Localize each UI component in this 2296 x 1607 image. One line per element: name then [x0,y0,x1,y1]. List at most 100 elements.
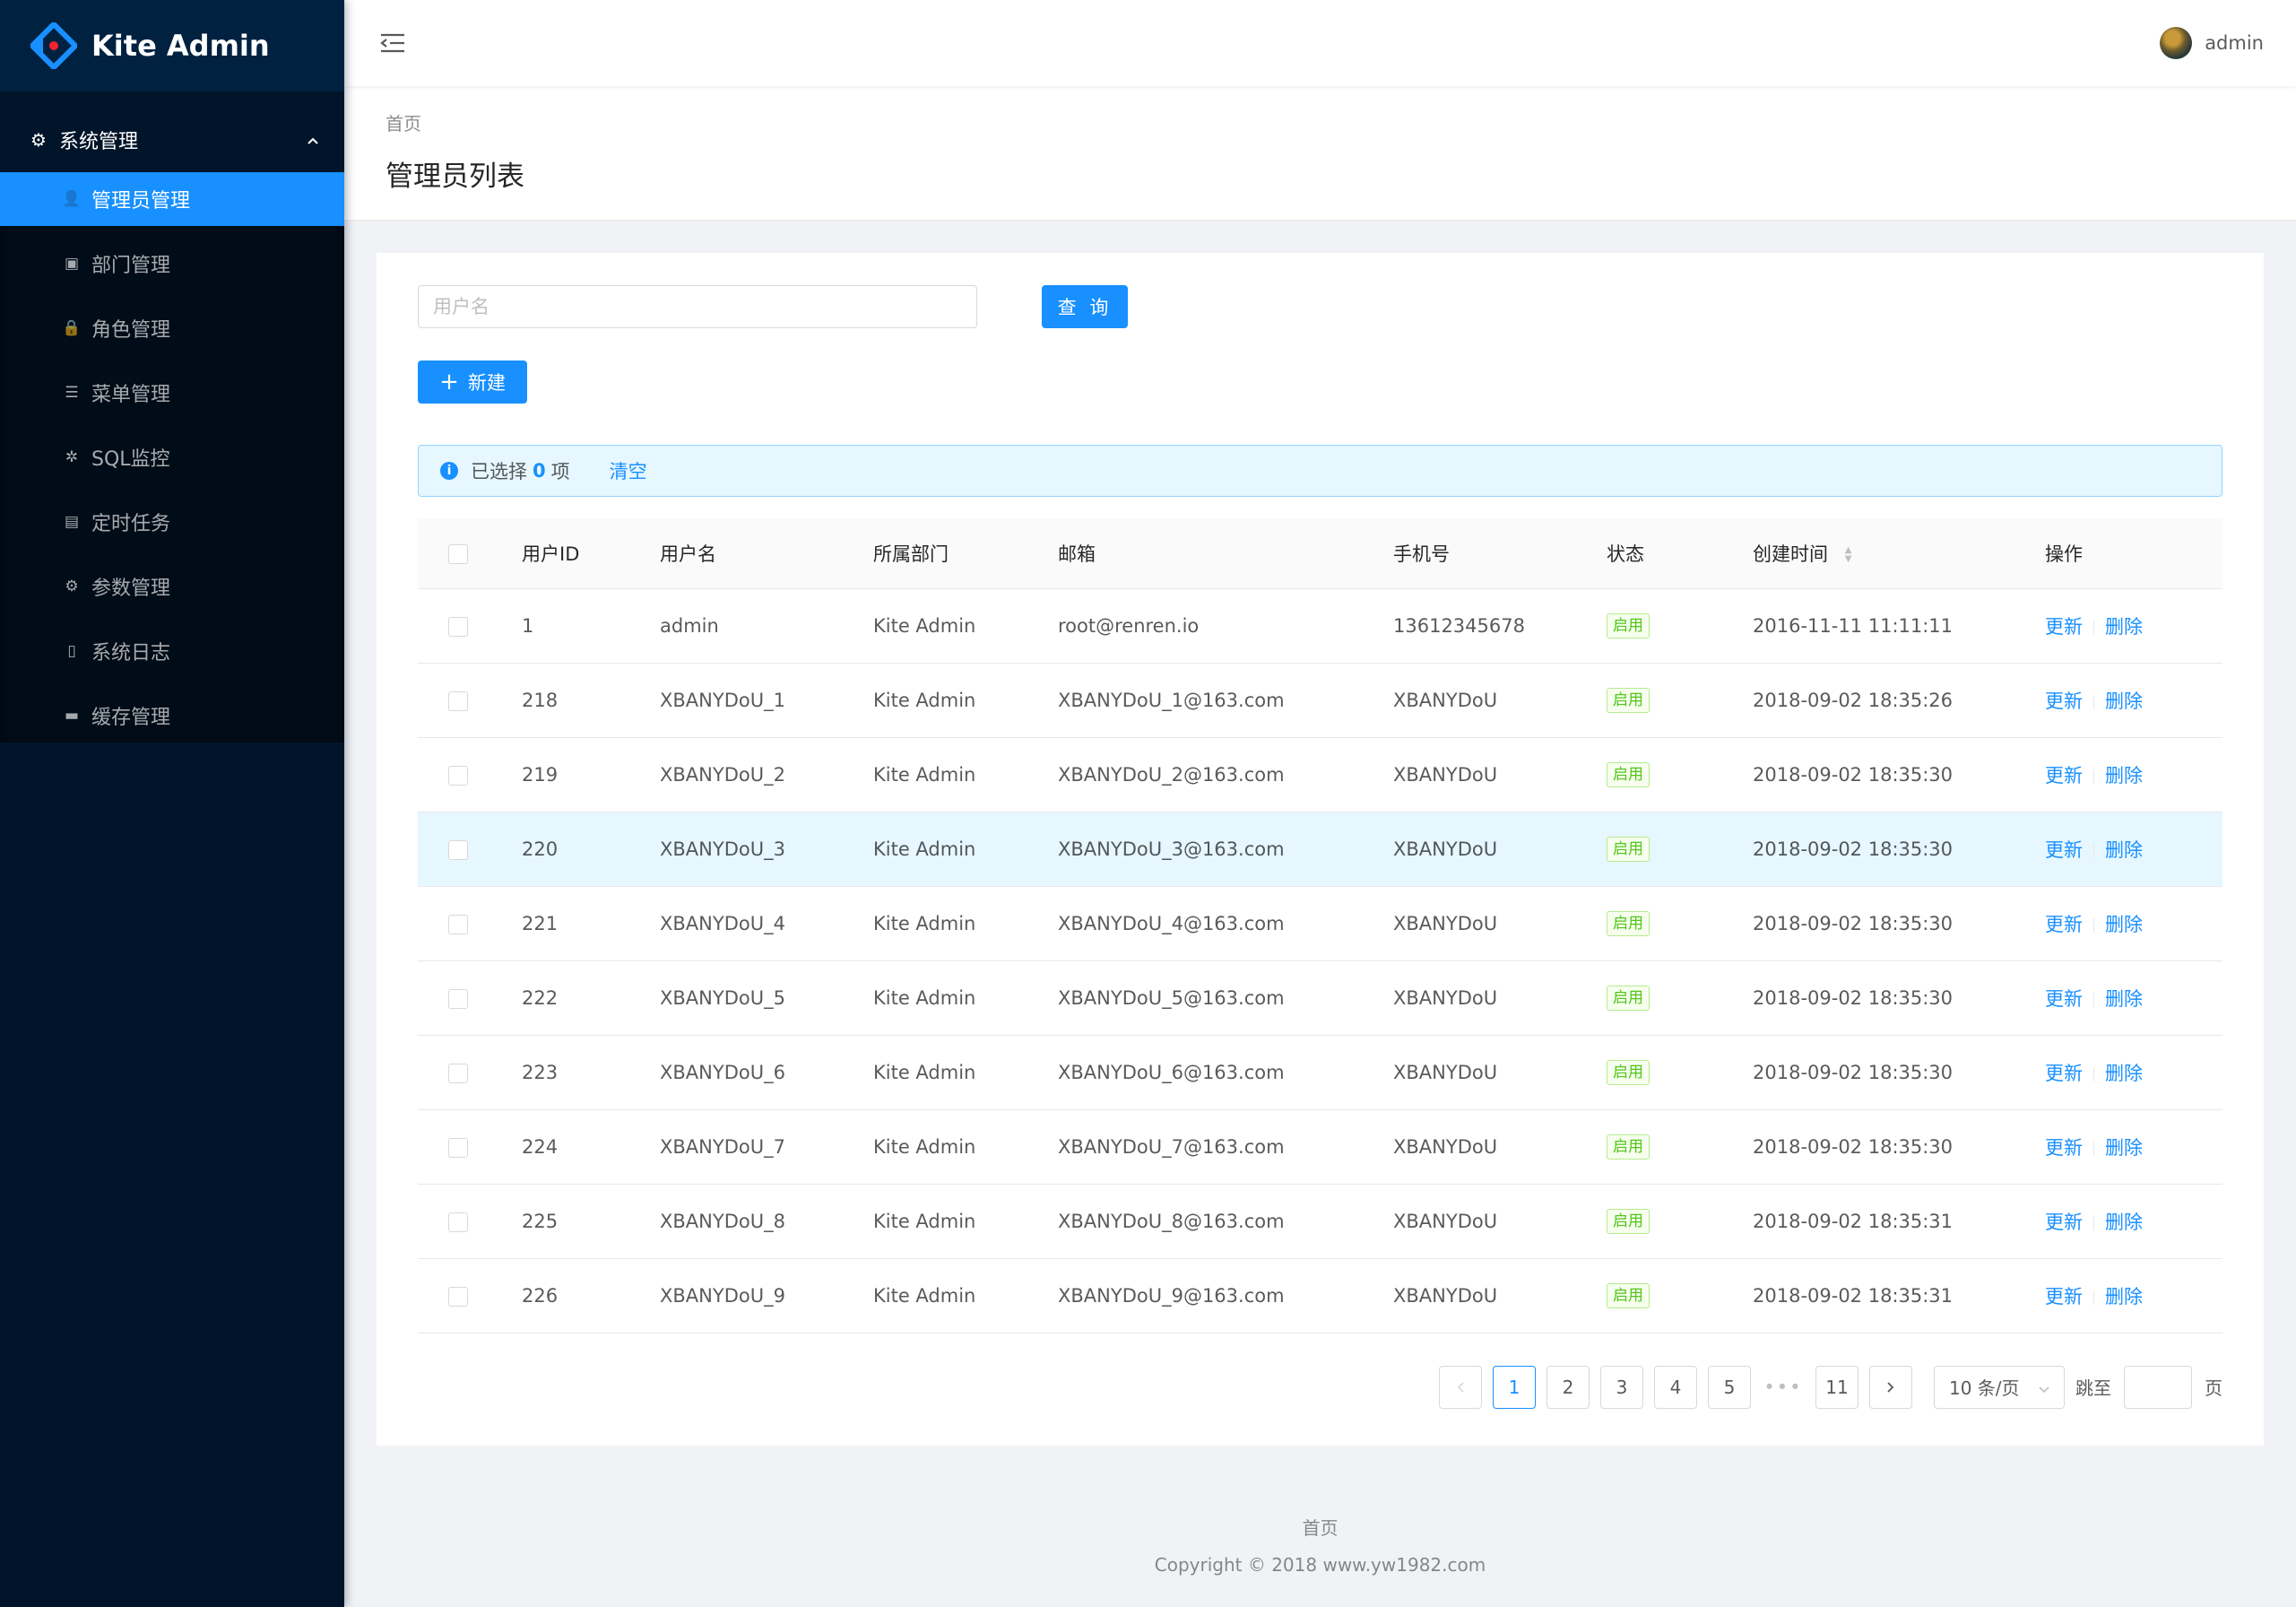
row-checkbox[interactable] [448,691,468,711]
row-checkbox[interactable] [448,914,468,934]
table-row[interactable]: 220 XBANYDoU_3 Kite Admin XBANYDoU_3@163.co… [418,812,2222,887]
update-link[interactable]: 更新 [2045,765,2083,786]
update-link[interactable]: 更新 [2045,1286,2083,1307]
cell-id: 225 [522,1184,660,1259]
row-checkbox[interactable] [448,1137,468,1158]
table-row[interactable]: 221 XBANYDoU_4 Kite Admin XBANYDoU_4@163.co… [418,886,2222,961]
page-3[interactable]: 3 [1600,1365,1643,1409]
cell-created: 2018-09-02 18:35:26 [1753,663,2045,738]
update-link[interactable]: 更新 [2045,616,2083,638]
cell-status: 启用 [1607,886,1753,961]
selection-count: 0 [533,460,546,482]
cell-id: 222 [522,960,660,1036]
update-link[interactable]: 更新 [2045,1137,2083,1159]
sidebar-item-label: 参数管理 [91,578,171,600]
select-all-checkbox[interactable] [448,543,468,564]
submenu-system[interactable]: ⚙ 系统管理 [0,108,344,172]
update-link[interactable]: 更新 [2045,1212,2083,1233]
sidebar-item-6[interactable]: ⚙ 参数管理 [0,560,344,613]
sidebar-item-5[interactable]: ▤ 定时任务 [0,495,344,549]
row-checkbox[interactable] [448,988,468,1009]
username-search-input[interactable] [418,285,977,328]
sidebar-item-7[interactable]: ▯ 系统日志 [0,624,344,678]
sidebar-item-1[interactable]: ▣ 部门管理 [0,237,344,291]
cell-created: 2018-09-02 18:35:30 [1753,1035,2045,1110]
table-row[interactable]: 219 XBANYDoU_2 Kite Admin XBANYDoU_2@163.co… [418,737,2222,812]
menu-fold-icon[interactable] [377,27,409,59]
prev-page-button[interactable] [1439,1365,1482,1409]
row-checkbox[interactable] [448,1063,468,1083]
sort-icon[interactable]: ▲ ▼ [1845,545,1852,564]
table-row[interactable]: 223 XBANYDoU_6 Kite Admin XBANYDoU_6@163.co… [418,1035,2222,1110]
delete-link[interactable]: 删除 [2105,1137,2143,1159]
next-page-button[interactable] [1869,1365,1912,1409]
sidebar-item-0[interactable]: 👤 管理员管理 [0,172,344,226]
action-divider [2093,1066,2094,1081]
footer-home-link[interactable]: 首页 [344,1514,2296,1540]
table-row[interactable]: 225 XBANYDoU_8 Kite Admin XBANYDoU_8@163.co… [418,1184,2222,1259]
update-link[interactable]: 更新 [2045,691,2083,712]
sidebar-item-label: 定时任务 [91,513,171,535]
page-2[interactable]: 2 [1547,1365,1590,1409]
sidebar-item-8[interactable]: ▬ 缓存管理 [0,689,344,743]
department-icon: ▣ [64,255,80,273]
row-checkbox[interactable] [448,1212,468,1232]
delete-link[interactable]: 删除 [2105,765,2143,786]
delete-link[interactable]: 删除 [2105,914,2143,935]
page-5[interactable]: 5 [1708,1365,1751,1409]
delete-link[interactable]: 删除 [2105,616,2143,638]
submenu-label: 系统管理 [58,131,138,153]
delete-link[interactable]: 删除 [2105,1286,2143,1307]
sidebar-item-label: 缓存管理 [91,707,171,729]
content-card: 查 询 + 新建 i 已选择 0 项 清空 用户ID 用户名 [377,253,2264,1446]
cell-username: XBANYDoU_5 [660,960,873,1036]
cell-dept: Kite Admin [873,1258,1058,1333]
column-user-id: 用户ID [522,518,660,589]
table-row[interactable]: 218 XBANYDoU_1 Kite Admin XBANYDoU_1@163.co… [418,663,2222,738]
query-button[interactable]: 查 询 [1042,285,1128,328]
cell-created: 2018-09-02 18:35:30 [1753,960,2045,1036]
page-4[interactable]: 4 [1654,1365,1697,1409]
table-row[interactable]: 226 XBANYDoU_9 Kite Admin XBANYDoU_9@163.co… [418,1258,2222,1333]
new-button[interactable]: + 新建 [418,360,527,404]
breadcrumb[interactable]: 首页 [386,109,2255,135]
update-link[interactable]: 更新 [2045,988,2083,1010]
delete-link[interactable]: 删除 [2105,691,2143,712]
update-link[interactable]: 更新 [2045,839,2083,861]
sidebar-item-4[interactable]: ✲ SQL监控 [0,430,344,484]
page-size-value: 10 条/页 [1949,1377,2020,1399]
column-department: 所属部门 [873,518,1058,589]
cell-actions: 更新 删除 [2045,1258,2222,1333]
delete-link[interactable]: 删除 [2105,988,2143,1010]
page-size-select[interactable]: 10 条/页 [1934,1365,2065,1409]
row-checkbox[interactable] [448,616,468,637]
delete-link[interactable]: 删除 [2105,1063,2143,1084]
clear-selection-link[interactable]: 清空 [610,457,647,484]
table-row[interactable]: 224 XBANYDoU_7 Kite Admin XBANYDoU_7@163.co… [418,1109,2222,1185]
logo-area[interactable]: Kite Admin [0,0,344,91]
table-row[interactable]: 1 admin Kite Admin root@renren.io 1361234567… [418,588,2222,664]
page-last[interactable]: 11 [1815,1365,1858,1409]
row-checkbox[interactable] [448,839,468,860]
sidebar-item-3[interactable]: ☰ 菜单管理 [0,366,344,420]
cell-email: XBANYDoU_2@163.com [1058,737,1393,812]
row-checkbox[interactable] [448,1286,468,1307]
page-ellipsis[interactable]: ••• [1762,1377,1805,1398]
cell-dept: Kite Admin [873,737,1058,812]
sidebar-item-2[interactable]: 🔒 角色管理 [0,301,344,355]
delete-link[interactable]: 删除 [2105,1212,2143,1233]
update-link[interactable]: 更新 [2045,914,2083,935]
jump-page-input[interactable] [2124,1365,2192,1409]
column-created-time[interactable]: 创建时间 ▲ ▼ [1753,518,2045,589]
user-menu[interactable]: admin [2160,27,2264,59]
cell-actions: 更新 删除 [2045,812,2222,887]
page-1[interactable]: 1 [1493,1365,1536,1409]
row-checkbox[interactable] [448,765,468,786]
update-link[interactable]: 更新 [2045,1063,2083,1084]
cell-dept: Kite Admin [873,960,1058,1036]
pagination: 12345 ••• 11 10 条/页 跳至 页 [418,1365,2222,1409]
selection-prefix: 已选择 [471,461,527,482]
table-row[interactable]: 222 XBANYDoU_5 Kite Admin XBANYDoU_5@163.co… [418,960,2222,1036]
delete-link[interactable]: 删除 [2105,839,2143,861]
app-root: Kite Admin ⚙ 系统管理 👤 管理员管理 ▣ 部门管理 🔒 角色管理 ☰ 菜单管理 ✲… [0,0,2296,1607]
